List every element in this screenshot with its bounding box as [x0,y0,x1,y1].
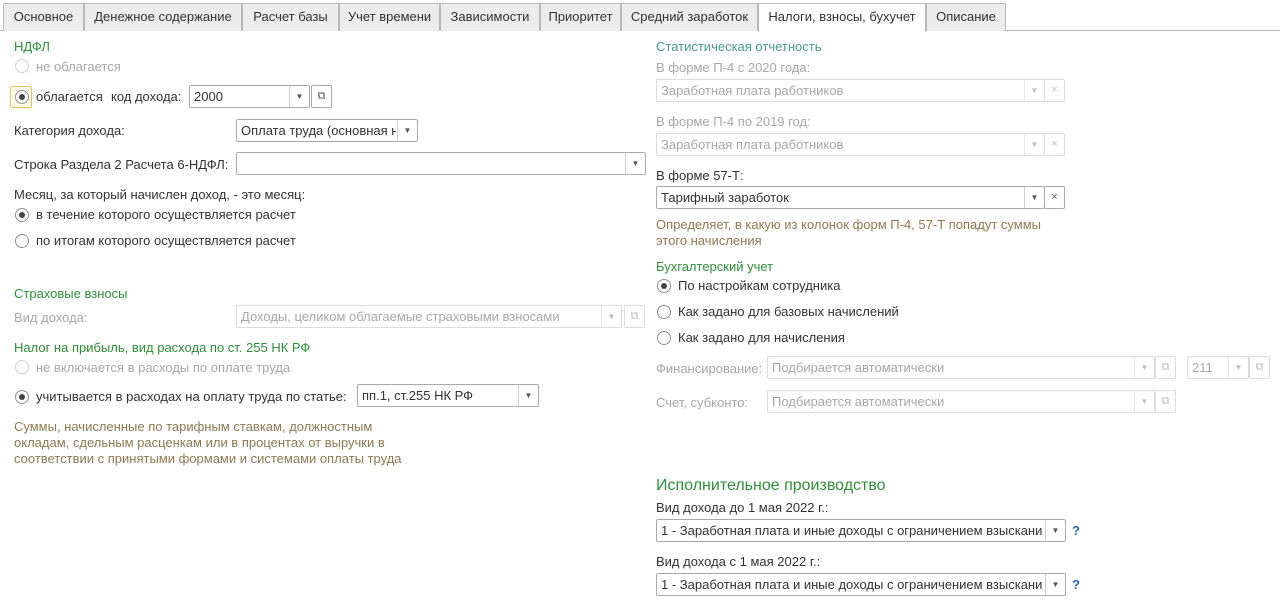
open-icon[interactable]: ⧉ [624,305,645,328]
income-category-value: Оплата труда (основная н [241,123,396,138]
help-icon[interactable]: ? [1072,577,1080,592]
report-row-label: Строка Раздела 2 Расчета 6-НДФЛ: [14,157,229,172]
f57-field[interactable]: Тарифный заработок ▼ [656,186,1045,209]
insurance-income-label: Вид дохода: [14,310,88,325]
p4-2020-label: В форме П-4 с 2020 года: [656,60,811,75]
clear-icon[interactable]: × [1044,133,1065,156]
tab-average-earnings[interactable]: Средний заработок [621,3,758,31]
enforcement-after-field[interactable]: 1 - Заработная плата и иные доходы с огр… [656,573,1066,596]
clear-icon[interactable]: × [1044,79,1065,102]
funding-code-value: 211 [1192,360,1213,375]
account-label: Счет, субконто: [656,395,749,410]
radio-month-results-label: по итогам которого осуществляется расчет [36,233,296,248]
f57-value: Тарифный заработок [661,190,789,205]
radio-taxed[interactable] [15,90,29,104]
tab-priority[interactable]: Приоритет [540,3,621,31]
enforcement-after-value: 1 - Заработная плата и иные доходы с огр… [661,577,1043,592]
radio-included-label: учитывается в расходах на оплату труда п… [36,389,347,404]
chevron-down-icon[interactable]: ▼ [1024,187,1044,208]
p4-2019-value: Заработная плата работников [661,137,844,152]
accounting-header: Бухгалтерский учет [656,259,774,274]
enforcement-before-value: 1 - Заработная плата и иные доходы с огр… [661,523,1043,538]
tab-time[interactable]: Учет времени [339,3,440,31]
insurance-income-value: Доходы, целиком облагаемые страховыми вз… [241,309,560,324]
chevron-down-icon[interactable]: ▼ [518,385,538,406]
tab-main[interactable]: Основное [3,3,84,31]
chevron-down-icon[interactable]: ▼ [289,86,309,107]
enforcement-before-label: Вид дохода до 1 мая 2022 г.: [656,500,829,515]
funding-field[interactable]: Подбирается автоматически ▼ [767,356,1155,379]
chevron-down-icon[interactable]: ▼ [1134,357,1154,378]
funding-label: Финансирование: [656,361,763,376]
income-category-label: Категория дохода: [14,123,125,138]
chevron-down-icon[interactable]: ▼ [1045,574,1065,595]
radio-base-accruals[interactable] [657,305,671,319]
enforcement-header: Исполнительное производство [656,477,886,494]
radio-included[interactable] [15,390,29,404]
open-icon[interactable]: ⧉ [1155,390,1176,413]
chevron-down-icon[interactable]: ▼ [1045,520,1065,541]
tab-bar: Основное Денежное содержание Расчет базы… [0,0,1280,32]
open-icon[interactable]: ⧉ [311,85,332,108]
chevron-down-icon[interactable]: ▼ [1024,80,1044,101]
income-code-label: код дохода: [111,89,182,104]
income-category-field[interactable]: Оплата труда (основная н ▼ [236,119,418,142]
radio-month-results[interactable] [15,234,29,248]
insurance-income-field[interactable]: Доходы, целиком облагаемые страховыми вз… [236,305,622,328]
expense-article-field[interactable]: пп.1, ст.255 НК РФ ▼ [357,384,539,407]
stats-note: Определяет, в какую из колонок форм П-4,… [656,217,1042,248]
radio-not-included[interactable] [15,360,29,374]
income-code-value: 2000 [194,89,223,104]
radio-base-accruals-label: Как задано для базовых начислений [678,304,899,319]
tab-dependencies[interactable]: Зависимости [440,3,540,31]
insurance-header: Страховые взносы [14,286,128,301]
account-value: Подбирается автоматически [772,394,945,409]
tab-pay[interactable]: Денежное содержание [84,3,242,31]
chevron-down-icon[interactable]: ▼ [625,153,645,174]
radio-employee-settings-label: По настройкам сотрудника [678,278,841,293]
f57-label: В форме 57-Т: [656,168,744,183]
radio-month-current-label: в течение которого осуществляется расчет [36,207,296,222]
income-month-label: Месяц, за который начислен доход, - это … [14,187,306,202]
open-icon[interactable]: ⧉ [1249,356,1270,379]
radio-month-current[interactable] [15,208,29,222]
radio-employee-settings[interactable] [657,279,671,293]
chevron-down-icon[interactable]: ▼ [1134,391,1154,412]
tab-description[interactable]: Описание [926,3,1006,31]
radio-taxed-label: облагается [36,89,103,104]
chevron-down-icon[interactable]: ▼ [397,120,417,141]
radio-not-included-label: не включается в расходы по оплате труда [36,360,291,375]
chevron-down-icon[interactable]: ▼ [1228,357,1248,378]
radio-not-taxed[interactable] [15,59,29,73]
p4-2019-label: В форме П-4 по 2019 год: [656,114,811,129]
clear-icon[interactable]: × [1044,186,1065,209]
open-icon[interactable]: ⧉ [1155,356,1176,379]
profit-tax-note: Суммы, начисленные по тарифным ставкам, … [14,419,402,466]
profit-tax-header: Налог на прибыль, вид расхода по ст. 255… [14,340,311,355]
funding-value: Подбирается автоматически [772,360,945,375]
chevron-down-icon[interactable]: ▼ [1024,134,1044,155]
report-row-field[interactable]: ▼ [236,152,646,175]
tab-taxes[interactable]: Налоги, взносы, бухучет [758,3,926,32]
expense-article-value: пп.1, ст.255 НК РФ [362,388,474,403]
p4-2019-field[interactable]: Заработная плата работников ▼ [656,133,1045,156]
income-code-field[interactable]: 2000 ▼ [189,85,310,108]
account-field[interactable]: Подбирается автоматически ▼ [767,390,1155,413]
stats-header: Статистическая отчетность [656,39,822,54]
enforcement-after-label: Вид дохода с 1 мая 2022 г.: [656,554,821,569]
radio-accrual-label: Как задано для начисления [678,330,845,345]
radio-not-taxed-label: не облагается [36,59,121,74]
ndfl-header: НДФЛ [14,39,50,54]
radio-accrual[interactable] [657,331,671,345]
enforcement-before-field[interactable]: 1 - Заработная плата и иные доходы с огр… [656,519,1066,542]
funding-code-field[interactable]: 211 ▼ [1187,356,1249,379]
chevron-down-icon[interactable]: ▼ [601,306,621,327]
tab-base-calc[interactable]: Расчет базы [242,3,339,31]
help-icon[interactable]: ? [1072,523,1080,538]
p4-2020-field[interactable]: Заработная плата работников ▼ [656,79,1045,102]
p4-2020-value: Заработная плата работников [661,83,844,98]
